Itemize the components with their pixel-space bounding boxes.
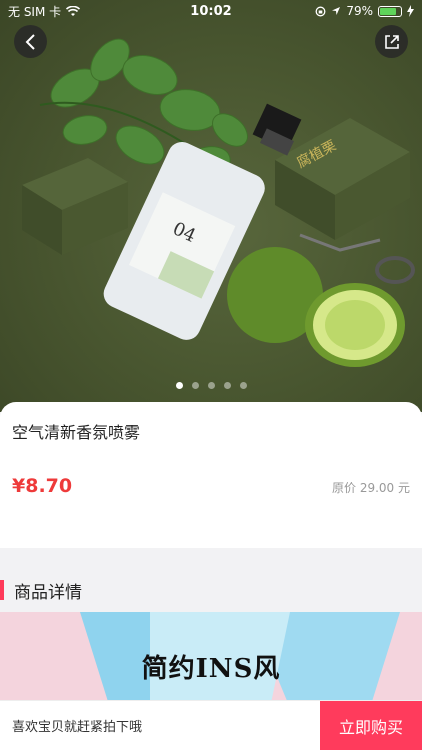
carousel-dot[interactable] <box>223 382 231 389</box>
details-heading: 商品详情 <box>14 582 82 603</box>
carousel-dot[interactable] <box>207 382 215 389</box>
product-price: ¥8.70 <box>12 475 73 497</box>
details-section-header: 商品详情 <box>0 568 422 612</box>
product-hero-image: 腐植栗 04 无 SIM 卡 10:02 79% <box>0 0 422 412</box>
back-icon <box>25 33 35 50</box>
carousel-dot[interactable] <box>191 382 199 389</box>
detail-banner-image: 简约INS风 <box>0 612 422 708</box>
carousel-dot[interactable] <box>239 382 247 389</box>
section-accent-bar <box>0 580 4 600</box>
battery-level <box>380 7 396 15</box>
image-carousel-indicator[interactable] <box>0 382 422 389</box>
original-price: 原价 29.00 元 <box>332 481 410 495</box>
product-title: 空气清新香氛喷雾 <box>12 423 141 442</box>
carousel-dot[interactable] <box>175 382 183 389</box>
battery-icon <box>378 5 402 17</box>
status-time: 10:02 <box>190 3 232 19</box>
share-icon <box>384 34 399 49</box>
product-photo: 腐植栗 04 <box>22 38 415 367</box>
bottom-action-bar: 喜欢宝贝就赶紧拍下哦 立即购买 <box>0 700 422 750</box>
product-info-card: 空气清新香氛喷雾 ¥8.70 原价 29.00 元 <box>0 402 422 548</box>
banner-text: 简约INS风 <box>141 654 281 684</box>
share-button[interactable] <box>375 25 408 58</box>
status-bar: 无 SIM 卡 10:02 79% <box>0 0 422 22</box>
bottom-hint-text: 喜欢宝贝就赶紧拍下哦 <box>12 720 143 735</box>
buy-now-button[interactable]: 立即购买 <box>320 700 422 750</box>
back-button[interactable] <box>14 25 47 58</box>
